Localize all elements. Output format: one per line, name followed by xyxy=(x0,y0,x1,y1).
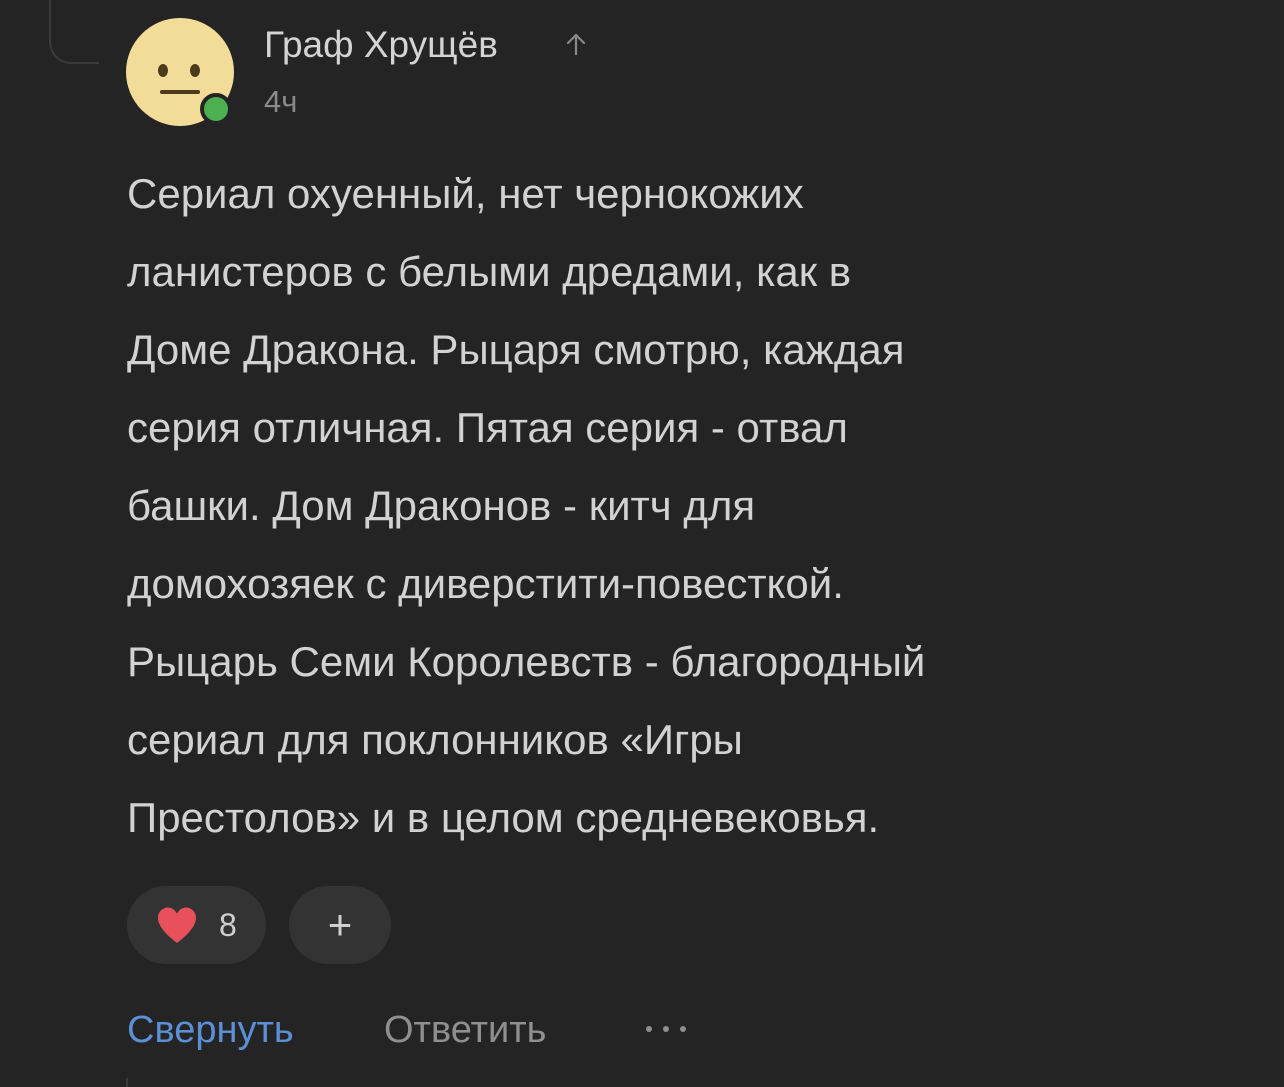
author-name[interactable]: Граф Хрущёв xyxy=(264,22,498,68)
collapse-button[interactable]: Свернуть xyxy=(127,1005,294,1055)
online-status-indicator xyxy=(200,93,232,125)
ellipsis-icon-dot xyxy=(663,1026,669,1032)
heart-icon xyxy=(158,907,196,943)
comment-text-line: башки. Дом Драконов - китч для xyxy=(127,482,756,529)
avatar-left-eye xyxy=(158,64,168,77)
more-options-button[interactable] xyxy=(646,1014,686,1044)
avatar-right-eye xyxy=(190,64,200,77)
comment-text-line: ланистеров с белыми дредами, как в xyxy=(127,248,852,295)
comment-text: Сериал охуенный, нет чернокожих ланистер… xyxy=(127,155,1227,857)
comment-text-line: Доме Дракона. Рыцаря смотрю, каждая xyxy=(127,326,905,373)
comment-text-line: Престолов» и в целом средневековья. xyxy=(127,794,880,841)
thread-connector-line xyxy=(49,0,99,64)
avatar-mouth xyxy=(160,90,200,94)
thread-line-bottom xyxy=(126,1078,128,1087)
arrow-up-icon xyxy=(566,33,586,56)
ellipsis-icon-dot xyxy=(680,1026,686,1032)
comment-text-line: сериал для поклонников «Игры xyxy=(127,716,743,763)
comment-timestamp: 4ч xyxy=(264,84,298,119)
add-reaction-button[interactable]: + xyxy=(289,886,391,964)
comment-text-line: домохозяек с диверстити-повесткой. xyxy=(127,560,844,607)
like-reaction-button[interactable]: 8 xyxy=(127,886,266,964)
like-count: 8 xyxy=(219,906,237,943)
ellipsis-icon-dot xyxy=(646,1026,652,1032)
comment-text-line: серия отличная. Пятая серия - отвал xyxy=(127,404,848,451)
comment-text-line: Сериал охуенный, нет чернокожих xyxy=(127,170,804,217)
reply-button[interactable]: Ответить xyxy=(384,1005,546,1055)
comment-text-line: Рыцарь Семи Королевств - благородный xyxy=(127,638,926,685)
